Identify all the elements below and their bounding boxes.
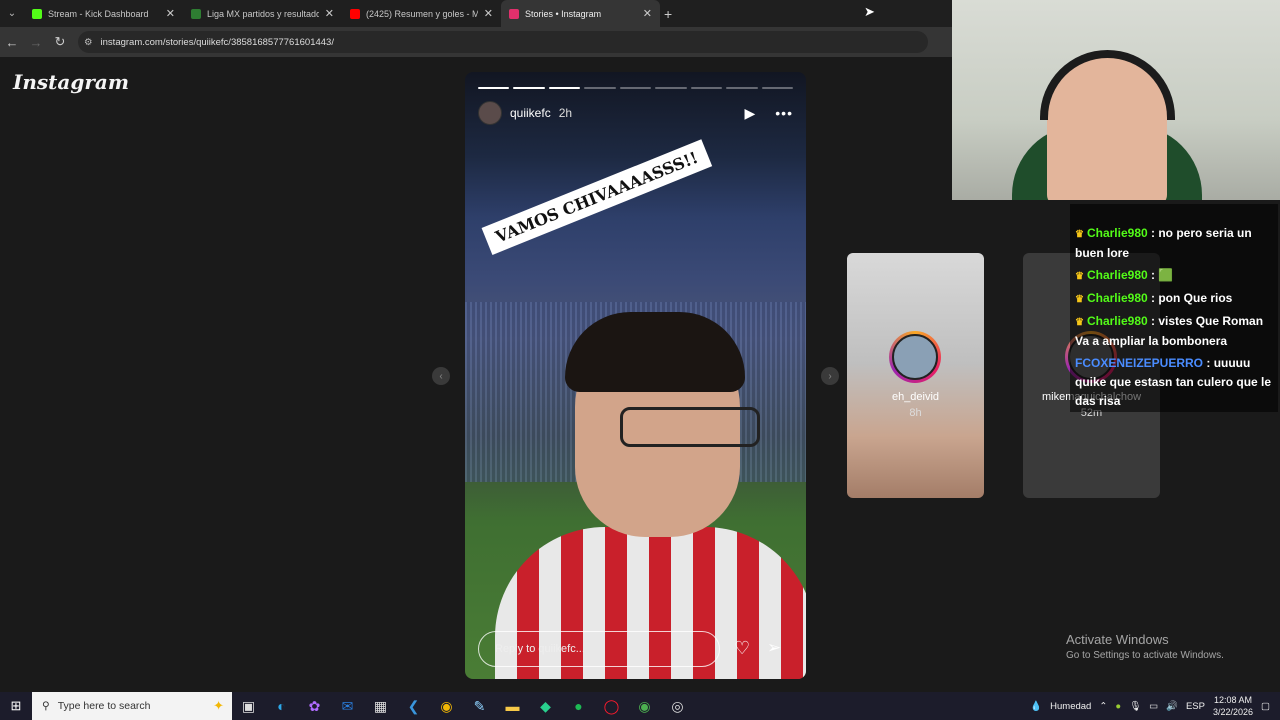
preview-avatar-ring — [889, 331, 941, 383]
notepad-icon[interactable]: ✎ — [463, 698, 496, 715]
preview-username: eh_deivid — [891, 391, 940, 403]
crown-icon: ♛ — [1075, 229, 1084, 240]
next-story-arrow-icon[interactable]: › — [821, 367, 839, 385]
story-progress-segment — [619, 87, 652, 89]
crown-icon: ♛ — [1075, 294, 1084, 305]
liga-mx-favicon-icon — [191, 8, 201, 19]
previous-story-arrow-icon[interactable]: ‹ — [432, 367, 450, 385]
spotify-icon[interactable]: ● — [562, 698, 595, 714]
reply-input[interactable]: Reply to quiikefc... — [478, 631, 720, 667]
store-icon[interactable]: ▦ — [364, 698, 397, 715]
tab-youtube-resumen[interactable]: (2425) Resumen y goles - Mont ✕ — [342, 0, 501, 27]
weather-icon: 💧 — [1030, 700, 1043, 712]
forward-arrow-icon[interactable]: → — [24, 35, 48, 50]
taskbar-search-placeholder: Type here to search — [57, 700, 151, 712]
mouse-cursor-icon: ➤ — [864, 4, 875, 19]
url-text: instagram.com/stories/quiikefc/385816857… — [100, 36, 334, 48]
story-progress-segment — [726, 87, 758, 89]
preview-time: 8h — [909, 407, 922, 419]
chrome-active-icon[interactable]: ◉ — [628, 698, 661, 715]
story-progress-segment — [690, 87, 723, 89]
close-tab-icon[interactable]: ✕ — [325, 7, 334, 20]
close-tab-icon[interactable]: ✕ — [643, 7, 652, 20]
send-icon[interactable]: ➢ — [767, 638, 781, 658]
tab-search-chevron-icon[interactable]: ⌄ — [0, 0, 24, 27]
tab-kick-dashboard[interactable]: Stream - Kick Dashboard ✕ — [24, 0, 183, 27]
language-indicator[interactable]: ESP — [1186, 701, 1205, 712]
more-options-icon[interactable]: ••• — [775, 105, 793, 121]
tray-app-icon[interactable]: ● — [1115, 701, 1121, 712]
task-view-icon[interactable]: ▣ — [232, 698, 265, 715]
reply-placeholder: Reply to quiikefc... — [495, 643, 585, 655]
activate-windows-watermark: Activate Windows Go to Settings to activ… — [1066, 632, 1224, 661]
chat-message: ♛ Charlie980 : pon Que rios — [1075, 291, 1233, 305]
network-icon[interactable]: ▭ — [1149, 701, 1158, 712]
tab-strip: ⌄ Stream - Kick Dashboard ✕ Liga MX part… — [0, 0, 952, 27]
story-username[interactable]: quiikefc — [510, 106, 551, 120]
story-time: 2h — [558, 106, 573, 120]
volume-icon[interactable]: 🔊 — [1166, 701, 1178, 712]
chat-message: FCOXENEIZEPUERRO : uuuuu quike que estas… — [1075, 356, 1272, 408]
instagram-favicon-icon — [509, 8, 519, 19]
story-progress-segment — [761, 87, 793, 89]
tray-chevron-up-icon[interactable]: ⌃ — [1099, 701, 1107, 712]
webcam-overlay — [952, 0, 1280, 200]
close-tab-icon[interactable]: ✕ — [484, 7, 493, 20]
like-heart-icon[interactable]: ♡ — [734, 638, 750, 659]
kick-favicon-icon — [32, 8, 42, 19]
taskbar-clock[interactable]: 12:08 AM 3/22/2026 — [1213, 694, 1253, 718]
microphone-icon[interactable]: 🎙 — [1129, 701, 1141, 712]
story-photo-glasses — [620, 407, 760, 447]
tab-instagram-stories[interactable]: Stories • Instagram ✕ — [501, 0, 660, 27]
story-progress-segment — [548, 87, 581, 89]
copilot-icon[interactable]: ✿ — [298, 698, 331, 715]
story-progress-segment — [513, 87, 545, 89]
close-tab-icon[interactable]: ✕ — [166, 7, 175, 20]
notification-icon[interactable]: ▢ — [1261, 701, 1270, 712]
story-photo-hair — [565, 312, 745, 392]
story-header: quiikefc 2h ▶ ••• — [478, 101, 793, 125]
story-viewer[interactable]: quiikefc 2h ▶ ••• VAMOS CHIVAAAASSS!! Re… — [465, 72, 806, 679]
chat-message: ♛ Charlie980 : vistes Que Roman Va a ampl… — [1075, 314, 1264, 348]
back-arrow-icon[interactable]: ← — [0, 35, 24, 50]
app-icon-green[interactable]: ◆ — [529, 698, 562, 715]
weather-label[interactable]: Humedad — [1050, 701, 1091, 712]
chat-message: ♛ Charlie980 : 🟩 — [1075, 268, 1174, 282]
crown-icon: ♛ — [1075, 271, 1084, 282]
story-text-sticker: VAMOS CHIVAAAASSS!! — [481, 139, 712, 255]
chat-message: ♛ Charlie980 : no pero seria un buen lore — [1075, 226, 1252, 260]
outlook-icon[interactable]: ✉ — [331, 698, 364, 715]
system-tray: 💧 Humedad ⌃ ● 🎙 ▭ 🔊 ESP 12:08 AM 3/22/20… — [1030, 694, 1280, 718]
edge-icon[interactable]: ◐ — [265, 698, 298, 714]
search-highlight-icon: ✦ — [213, 698, 224, 713]
windows-taskbar: ⊞ ⚲ Type here to search ✦ ▣ ◐ ✿ ✉ ▦ ❮ ◉ … — [0, 692, 1280, 720]
play-icon[interactable]: ▶ — [745, 105, 756, 122]
site-info-icon[interactable]: ⚙ — [84, 37, 93, 48]
reload-icon[interactable]: ↻ — [48, 34, 72, 50]
chrome-icon[interactable]: ◉ — [430, 698, 463, 715]
crown-icon: ♛ — [1075, 317, 1084, 328]
vscode-icon[interactable]: ❮ — [397, 698, 430, 715]
opera-icon[interactable]: ◯ — [595, 698, 628, 715]
story-avatar[interactable] — [478, 101, 502, 125]
youtube-favicon-icon — [350, 8, 360, 19]
taskbar-search-box[interactable]: ⚲ Type here to search ✦ — [32, 692, 232, 720]
new-tab-plus-icon[interactable]: + — [664, 6, 672, 22]
webcam-headset — [1040, 50, 1175, 120]
story-progress-segment — [655, 87, 687, 89]
windows-start-icon[interactable]: ⊞ — [0, 698, 32, 714]
address-toolbar: ← → ↻ ⚙ instagram.com/stories/quiikefc/3… — [0, 27, 952, 57]
file-explorer-icon[interactable]: ▬ — [496, 698, 529, 714]
tab-liga-mx[interactable]: Liga MX partidos y resultados / ✕ — [183, 0, 342, 27]
story-progress-bar — [478, 87, 793, 89]
search-icon: ⚲ — [42, 700, 50, 712]
story-progress-segment — [584, 87, 616, 89]
story-preview-eh-deivid[interactable]: eh_deivid 8h — [847, 253, 984, 498]
stream-chat-overlay: ♛ Charlie980 : no pero seria un buen lore… — [1070, 204, 1278, 412]
instagram-logo[interactable]: Instagram — [13, 70, 129, 94]
obs-icon[interactable]: ◎ — [661, 698, 694, 715]
url-field[interactable]: ⚙ instagram.com/stories/quiikefc/3858168… — [78, 31, 928, 53]
story-progress-segment — [478, 87, 510, 89]
